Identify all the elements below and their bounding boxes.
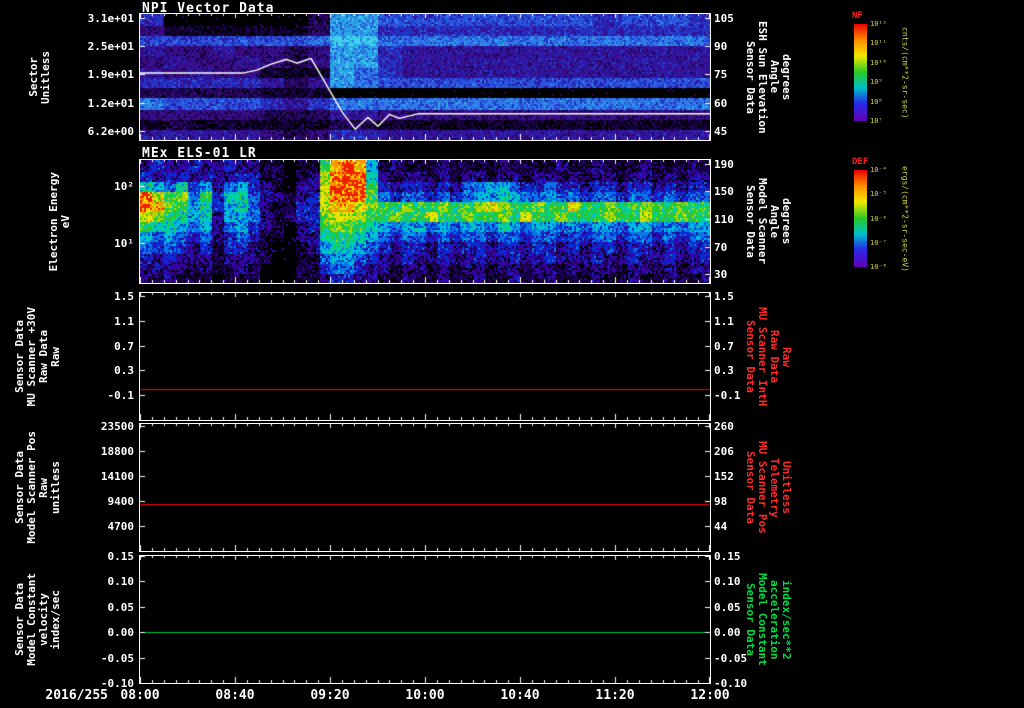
nf-colorbar-name: NF	[852, 11, 863, 21]
axis-label-line: Unitless	[39, 50, 52, 104]
axis-label-line: degrees	[780, 198, 793, 245]
def-colorbar-unit: ergs/(cm**2-sr-sec-eV)	[900, 165, 910, 272]
scanpos-left-tick-label: 18800	[100, 445, 134, 459]
modelconst-left-axis-label: Sensor Data Model Constant velocity index/s…	[13, 556, 62, 683]
mu30v-plot-canvas	[139, 292, 711, 421]
axis-label-line: Telemetry	[768, 457, 781, 518]
modelconst-left-tick-label: 0.00	[107, 626, 135, 640]
axis-label-line: Sensor Data	[744, 185, 757, 258]
npi-left-tick-label: 1.9e+01	[87, 68, 134, 82]
def-colorbar-tick-label: 10⁻⁸	[870, 263, 887, 271]
def-colorbar-tick-label: 10⁻⁷	[870, 238, 887, 247]
nf-colorbar-unit: cnts/(cm**2-sr-sec)	[900, 26, 910, 119]
x-axis-tick-label: 09:20	[310, 688, 350, 703]
axis-label-line: Sensor Data	[744, 451, 757, 524]
npi-right-axis-label: Sensor Data ESH Sun Elevation Angle degrees	[744, 14, 793, 140]
x-axis-tick-label: 08:00	[120, 688, 160, 703]
axis-label-line: Unitless	[780, 461, 793, 514]
modelconst-left-tick-label: 0.15	[107, 550, 135, 563]
axis-label-line: Model Scanner	[756, 178, 769, 265]
npi-left-axis-label: Sector Unitless	[27, 14, 52, 140]
axis-label-line: Sensor Data	[744, 320, 757, 393]
scanpos-plot-canvas	[139, 423, 711, 552]
def-colorbar-tick-label: 10⁻⁴	[870, 166, 887, 174]
modelconst-right-axis-label: Sensor Data Model Constant acceleration ind…	[744, 556, 793, 683]
def-colorbar-tick-label: 10⁻⁵	[870, 190, 887, 199]
nf-colorbar-tick-label: 10¹²	[870, 20, 887, 28]
mu30v-left-tick-label: 1.5	[114, 290, 134, 304]
axis-label-line: index/sec**2	[780, 579, 793, 660]
modelconst-left-tick-label: 0.10	[107, 575, 135, 589]
def-colorbar-name: DEF	[852, 157, 869, 167]
axis-label-line: Raw	[49, 346, 62, 367]
scanpos-left-tick-label: 23500	[100, 420, 134, 434]
axis-label-line: ESH Sun Elevation	[756, 20, 769, 134]
els-left-axis-label: Electron Energy eV	[47, 160, 72, 283]
npi-plot-canvas	[139, 13, 711, 141]
axis-label-line: Sensor Data	[744, 40, 757, 114]
axis-label-line: Model Constant	[756, 573, 769, 666]
mu30v-left-tick-label: 0.7	[114, 339, 134, 353]
axis-label-line: MU Scanner IntH	[756, 306, 769, 407]
modelconst-left-tick-label: -0.05	[100, 651, 134, 665]
scanpos-left-tick-label: 14100	[100, 470, 134, 484]
nf-colorbar	[854, 24, 867, 121]
npi-left-tick-label: 3.1e+01	[87, 11, 134, 25]
x-axis-tick-label: 10:00	[405, 688, 445, 703]
nf-colorbar-tick-label: 10⁹	[870, 78, 883, 87]
def-colorbar	[854, 170, 867, 267]
scanpos-left-tick-label: 4700	[107, 520, 135, 534]
mu30v-left-tick-label: 0.3	[114, 364, 134, 378]
x-axis-tick-label: 08:40	[215, 688, 255, 703]
npi-left-tick-label: 6.2e+00	[87, 125, 134, 139]
nf-colorbar-tick-label: 10⁷	[870, 117, 883, 125]
axis-label-line: degrees	[780, 53, 793, 101]
axis-label-line: eV	[59, 214, 72, 229]
axis-label-line: Raw Data	[768, 330, 781, 383]
x-axis-tick-label: 12:00	[690, 688, 730, 703]
axis-label-line: index/sec	[49, 589, 62, 650]
els-plot-canvas	[139, 159, 711, 284]
mu30v-left-tick-label: 1.1	[114, 314, 134, 328]
mu30v-left-axis-label: Sensor Data MU Scanner +30V Raw Data Raw	[13, 293, 62, 420]
axis-label-line: Angle	[768, 60, 781, 94]
def-colorbar-tick-label: 10⁻⁶	[870, 214, 887, 223]
axis-label-line: Sensor Data	[744, 583, 757, 656]
nf-colorbar-tick-label: 10⁸	[870, 97, 883, 106]
axis-label-line: MU Scanner Pos	[756, 441, 769, 534]
scanpos-right-axis-label: Sensor Data MU Scanner Pos Telemetry Unitle…	[744, 424, 793, 551]
scanpos-left-tick-label: 9400	[107, 495, 135, 509]
x-axis-tick-label: 10:40	[500, 688, 540, 703]
npi-left-tick-label: 1.2e+01	[87, 96, 134, 110]
scanpos-left-axis-label: Sensor Data Model Scanner Pos Raw unitless	[13, 424, 62, 551]
nf-colorbar-tick-label: 10¹¹	[870, 39, 887, 48]
modelconst-plot-canvas	[139, 555, 711, 684]
axis-label-line: Angle	[768, 204, 781, 239]
npi-left-tick-label: 2.5e+01	[87, 40, 134, 54]
mu30v-right-axis-label: Sensor Data MU Scanner IntH Raw Data Raw	[744, 293, 793, 420]
els-right-axis-label: Sensor Data Model Scanner Angle degrees	[744, 160, 793, 283]
nf-colorbar-tick-label: 10¹⁰	[870, 58, 887, 67]
axis-label-line: acceleration	[768, 579, 781, 660]
x-axis-tick-label: 11:20	[595, 688, 635, 703]
telemetry-plot-page: NPI Vector Data MEx ELS-01 LR NF cnts/(c…	[0, 0, 1024, 708]
mu30v-left-tick-label: -0.1	[107, 389, 135, 403]
modelconst-left-tick-label: 0.05	[107, 600, 135, 614]
axis-label-line: unitless	[49, 461, 62, 514]
date-label: 2016/255	[45, 688, 108, 703]
axis-label-line: Raw	[780, 346, 793, 367]
